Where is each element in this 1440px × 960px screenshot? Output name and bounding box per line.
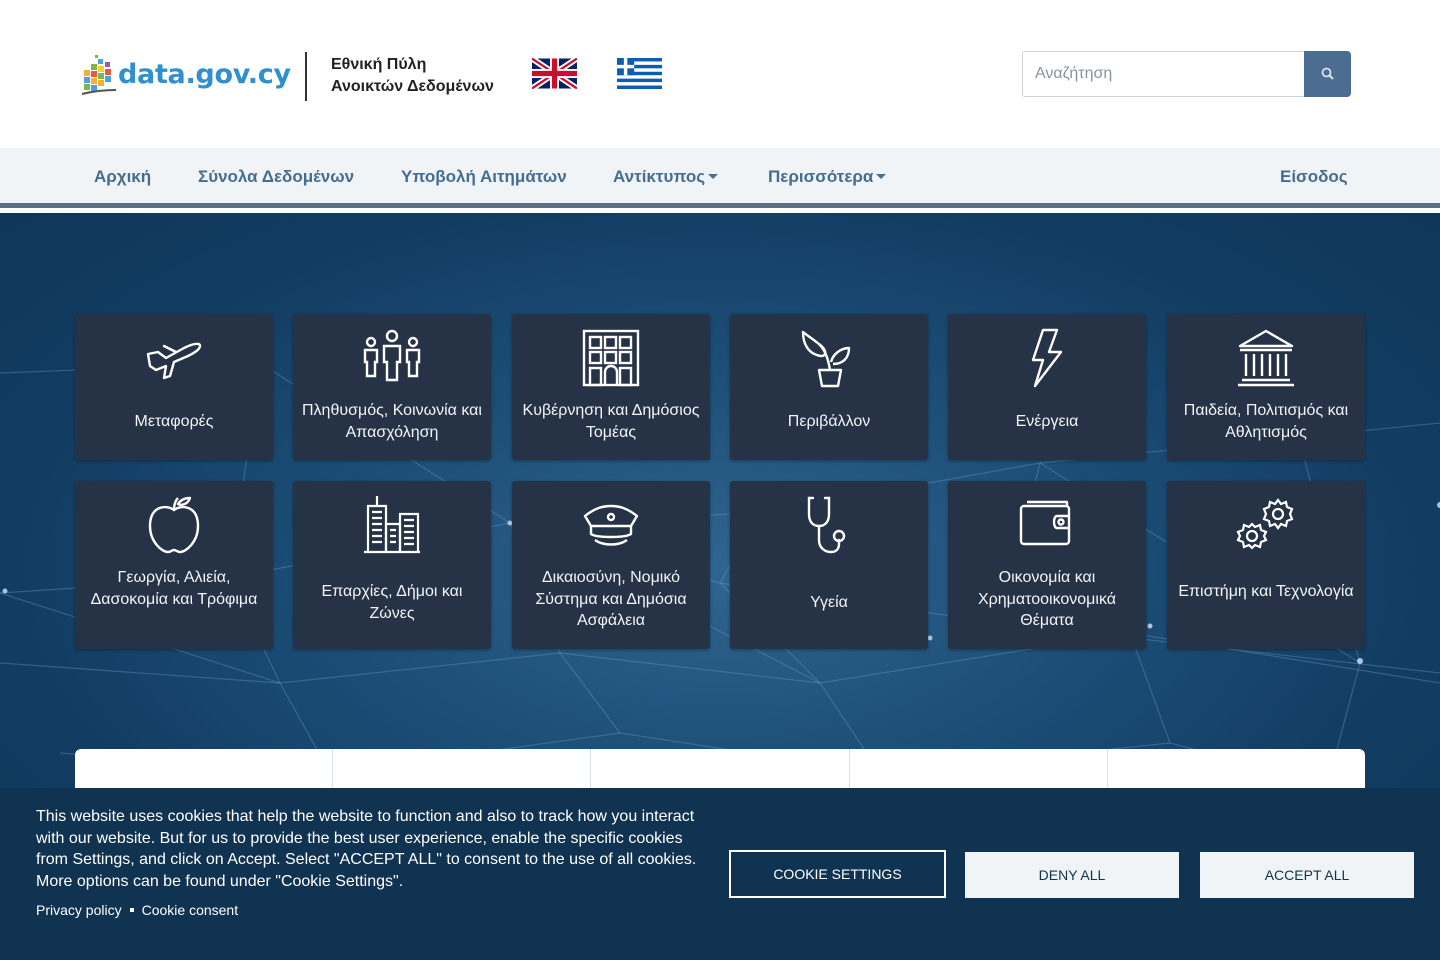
search-button[interactable] [1304, 51, 1351, 97]
stethoscope-icon [807, 496, 846, 554]
bullet-separator [129, 908, 134, 912]
category-tile-environment[interactable]: Περιβάλλον [730, 314, 928, 460]
nav-datasets[interactable]: Σύνολα Δεδομένων [198, 167, 354, 187]
main-nav: Αρχική Σύνολα Δεδομένων Υποβολή Αιτημάτω… [0, 148, 1440, 208]
category-tile-economy[interactable]: Οικονομία και Χρηματοοικονομικά Θέματα [948, 481, 1146, 649]
category-tile-justice[interactable]: Δικαιοσύνη, Νομικό Σύστημα και Δημόσια Α… [512, 481, 710, 649]
nav-more-dropdown[interactable]: Περισσότερα [768, 167, 887, 187]
search-icon [1321, 67, 1334, 80]
privacy-policy-link[interactable]: Privacy policy [36, 902, 122, 918]
museum-icon [1238, 329, 1294, 387]
category-tile-science[interactable]: Επιστήμη και Τεχνολογία [1167, 481, 1365, 649]
category-label: Περιβάλλον [787, 413, 871, 430]
cookie-banner: This website uses cookies that help the … [0, 788, 1440, 960]
logo-cube-icon [81, 55, 116, 95]
nav-impact-dropdown[interactable]: Αντίκτυπος [613, 167, 719, 187]
gears-icon [1236, 498, 1294, 550]
category-tile-education[interactable]: Παιδεία, Πολιτισμός και Αθλητισμός [1167, 314, 1365, 460]
category-label: Γεωργία, Αλιεία, Δασοκομία και Τρόφιμα [90, 569, 258, 608]
english-flag-icon[interactable] [532, 58, 577, 89]
category-label: Πληθυσμός, Κοινωνία και Απασχόληση [302, 402, 482, 441]
category-label: Κυβέρνηση και Δημόσιος Τομέας [522, 402, 700, 441]
site-header: data.gov.cy Εθνική Πύλη Ανοικτών Δεδομέν… [0, 0, 1440, 148]
category-label: Δικαιοσύνη, Νομικό Σύστημα και Δημόσια Α… [535, 569, 687, 629]
category-tile-government[interactable]: Κυβέρνηση και Δημόσιος Τομέας [512, 314, 710, 460]
deny-all-button[interactable]: DENY ALL [965, 852, 1179, 898]
category-label: Υγεία [810, 594, 848, 611]
site-logo[interactable]: data.gov.cy [80, 50, 291, 98]
category-label: Ενέργεια [1015, 413, 1079, 430]
nav-datasets-label: Σύνολα Δεδομένων [198, 167, 355, 186]
portal-title-line1: Εθνική Πύλη [331, 56, 427, 73]
search-input[interactable] [1022, 51, 1305, 97]
login-label: Είσοδος [1280, 167, 1348, 186]
nav-requests[interactable]: Υποβολή Αιτημάτων [401, 167, 567, 187]
category-tile-transport[interactable]: Μεταφορές [75, 314, 273, 460]
plant-icon [801, 330, 851, 388]
category-tile-energy[interactable]: Ενέργεια [948, 314, 1146, 460]
logo-text: data.gov.cy [118, 58, 291, 90]
wallet-icon [1019, 500, 1071, 546]
nav-impact-label: Αντίκτυπος [613, 167, 706, 186]
apple-icon [148, 496, 200, 554]
header-divider [305, 52, 307, 101]
category-label: Μεταφορές [134, 413, 214, 430]
city-icon [364, 496, 420, 554]
category-tile-agriculture[interactable]: Γεωργία, Αλιεία, Δασοκομία και Τρόφιμα [75, 481, 273, 649]
portal-title: Εθνική Πύλη Ανοικτών Δεδομένων [331, 54, 494, 98]
login-link[interactable]: Είσοδος [1280, 167, 1348, 187]
airplane-icon [146, 342, 202, 380]
nav-home[interactable]: Αρχική [94, 167, 151, 187]
category-tile-health[interactable]: Υγεία [730, 481, 928, 649]
category-label: Επαρχίες, Δήμοι και Ζώνες [321, 583, 463, 622]
greek-flag-icon[interactable] [617, 58, 662, 89]
cookie-settings-button[interactable]: COOKIE SETTINGS [729, 850, 946, 898]
category-label: Επιστήμη και Τεχνολογία [1178, 583, 1354, 600]
government-building-icon [582, 329, 640, 387]
accept-all-button[interactable]: ACCEPT ALL [1200, 852, 1414, 898]
category-tile-regions[interactable]: Επαρχίες, Δήμοι και Ζώνες [293, 481, 491, 649]
category-label: Παιδεία, Πολιτισμός και Αθλητισμός [1183, 402, 1349, 441]
cookie-consent-link[interactable]: Cookie consent [142, 902, 239, 918]
people-icon [363, 329, 421, 382]
police-cap-icon [583, 504, 639, 546]
caret-down-icon [876, 174, 887, 179]
nav-home-label: Αρχική [94, 167, 152, 186]
category-label: Οικονομία και Χρηματοοικονομικά Θέματα [977, 569, 1116, 629]
cookie-links: Privacy policy Cookie consent [36, 902, 238, 918]
caret-down-icon [708, 174, 719, 179]
portal-title-line2: Ανοικτών Δεδομένων [331, 78, 494, 95]
category-tile-population[interactable]: Πληθυσμός, Κοινωνία και Απασχόληση [293, 314, 491, 460]
nav-requests-label: Υποβολή Αιτημάτων [401, 167, 567, 186]
nav-more-label: Περισσότερα [768, 167, 874, 186]
lightning-icon [1031, 328, 1063, 388]
cookie-message: This website uses cookies that help the … [36, 808, 697, 890]
